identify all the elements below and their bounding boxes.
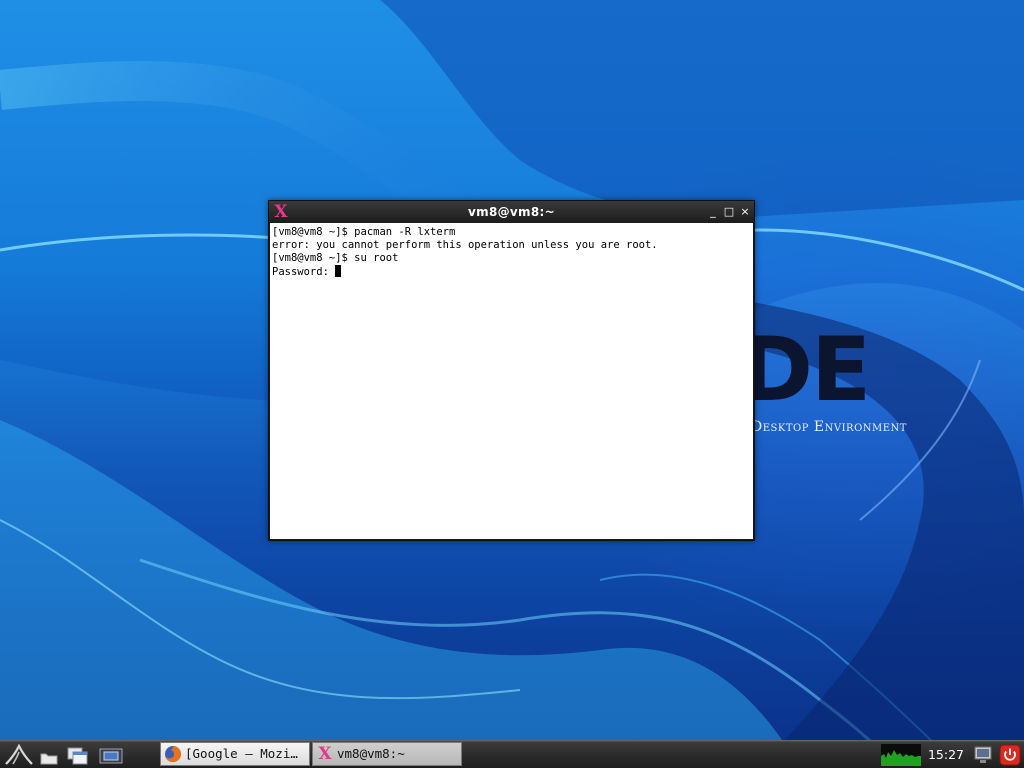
terminal-line: [vm8@vm8 ~]$ pacman -R lxterm <box>272 226 456 238</box>
close-button[interactable]: × <box>737 204 753 220</box>
task-label: [Google — Mozi… <box>185 746 298 761</box>
minimize-button[interactable]: _ <box>705 204 721 220</box>
password-prompt: Password: <box>272 266 336 278</box>
clock[interactable]: 15:27 <box>924 742 968 766</box>
taskbar-item-terminal[interactable]: X vm8@vm8:~ <box>312 742 462 766</box>
terminal-output[interactable]: [vm8@vm8 ~]$ pacman -R lxterm error: you… <box>270 223 753 539</box>
terminal-line: error: you cannot perform this operation… <box>272 239 658 251</box>
windows-icon[interactable] <box>67 744 89 766</box>
desktop-logo-subtitle: Desktop Environment <box>751 419 907 435</box>
desktop-logo-text: DE <box>740 318 871 421</box>
terminal-window[interactable]: X vm8@vm8:~ _ □ × [vm8@vm8 ~]$ pacman -R… <box>268 200 755 541</box>
taskbar-item-firefox[interactable]: [Google — Mozi… <box>160 742 310 766</box>
window-title: vm8@vm8:~ <box>468 205 555 219</box>
desktop-pager-icon[interactable] <box>98 744 124 766</box>
taskbar <box>0 740 1024 768</box>
folder-icon[interactable] <box>40 744 58 766</box>
maximize-button[interactable]: □ <box>721 204 737 220</box>
cpu-monitor-icon[interactable] <box>881 744 921 766</box>
text-cursor <box>335 265 342 277</box>
task-label: vm8@vm8:~ <box>337 746 405 761</box>
xterm-icon: X <box>318 744 332 764</box>
network-icon[interactable] <box>972 744 994 766</box>
terminal-line: [vm8@vm8 ~]$ su root <box>272 252 399 264</box>
firefox-icon <box>165 746 181 762</box>
window-titlebar[interactable]: X vm8@vm8:~ _ □ × <box>269 201 754 223</box>
start-menu-icon[interactable] <box>4 744 34 766</box>
power-icon[interactable] <box>999 744 1021 766</box>
